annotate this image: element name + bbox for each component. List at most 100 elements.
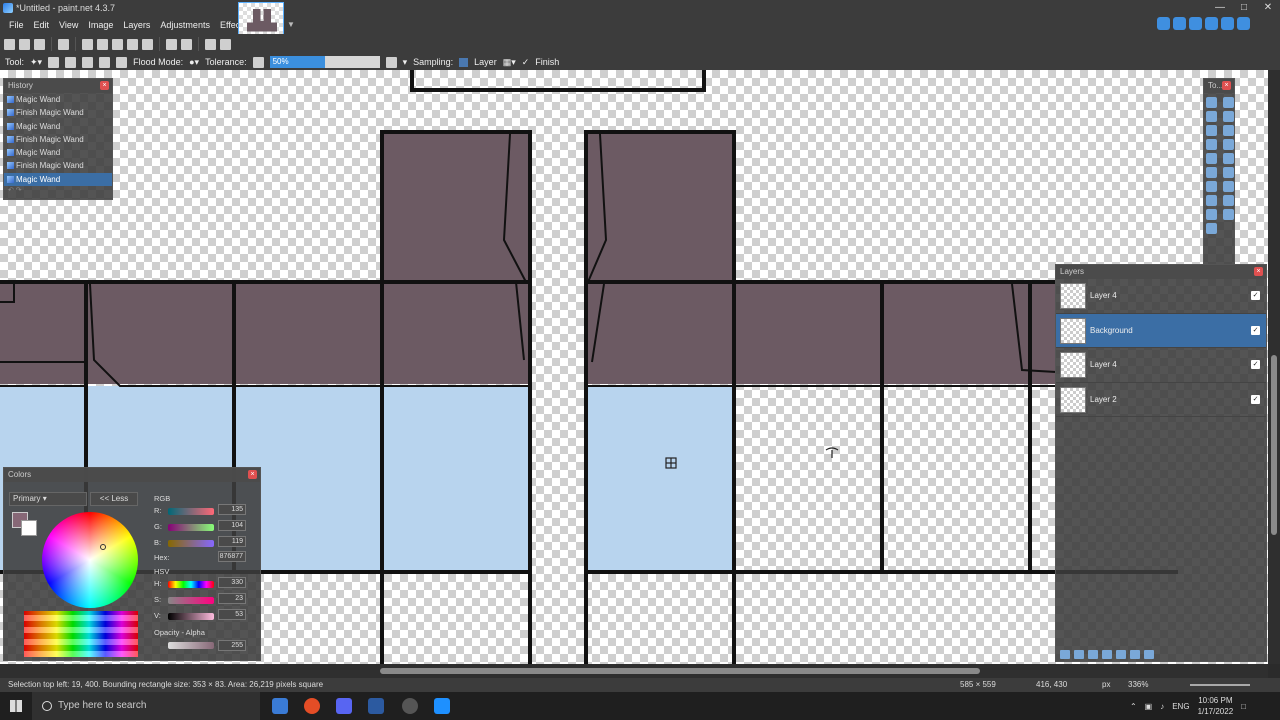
layer-visibility-checkbox[interactable]: ✓ xyxy=(1251,360,1260,369)
shapes-icon[interactable] xyxy=(1206,223,1217,234)
move-selection-icon[interactable] xyxy=(1223,97,1234,108)
layers-window-icon[interactable] xyxy=(1189,17,1202,30)
paintbrush-icon[interactable] xyxy=(1206,167,1217,178)
layer-visibility-checkbox[interactable]: ✓ xyxy=(1251,394,1260,404)
hue-slider[interactable] xyxy=(168,581,214,588)
layer-row[interactable]: Layer 4 ✓ xyxy=(1056,348,1266,383)
layer-row[interactable]: Layer 4 ✓ xyxy=(1056,279,1266,314)
eraser-icon[interactable] xyxy=(1223,167,1234,178)
delete-layer-icon[interactable] xyxy=(1074,649,1084,659)
history-item[interactable]: Finish Magic Wand xyxy=(4,106,112,119)
blend-mode-icon[interactable] xyxy=(385,56,397,68)
file-explorer-icon[interactable] xyxy=(272,698,288,714)
menu-layers[interactable]: Layers xyxy=(118,20,155,30)
menu-view[interactable]: View xyxy=(54,20,83,30)
deselect-icon[interactable] xyxy=(142,38,153,50)
ruler-icon[interactable] xyxy=(220,38,231,50)
saturation-input[interactable]: 23 xyxy=(218,593,246,604)
history-item[interactable]: Magic Wand xyxy=(4,120,112,133)
clone-stamp-icon[interactable] xyxy=(1206,195,1217,206)
layer-visibility-checkbox[interactable]: ✓ xyxy=(1251,325,1260,335)
menu-edit[interactable]: Edit xyxy=(29,20,55,30)
color-palette[interactable] xyxy=(24,611,138,657)
ellipse-select-icon[interactable] xyxy=(1206,125,1217,136)
menu-image[interactable]: Image xyxy=(83,20,118,30)
recolor-icon[interactable] xyxy=(1223,195,1234,206)
blue-slider[interactable] xyxy=(168,540,214,547)
colors-close-icon[interactable]: × xyxy=(248,470,257,479)
value-input[interactable]: 53 xyxy=(218,609,246,620)
paste-icon[interactable] xyxy=(112,38,123,50)
discord-icon[interactable] xyxy=(336,698,352,714)
volume-icon[interactable]: ♪ xyxy=(1160,702,1164,711)
language-indicator[interactable]: ENG xyxy=(1172,702,1189,711)
help-icon[interactable] xyxy=(1237,17,1250,30)
print-icon[interactable] xyxy=(58,38,69,50)
saturation-slider[interactable] xyxy=(168,597,214,604)
move-layer-up-icon[interactable] xyxy=(1116,649,1126,659)
settings-gear-icon[interactable] xyxy=(1221,17,1234,30)
clock-app-icon[interactable] xyxy=(402,698,418,714)
selection-mode-invert-icon[interactable] xyxy=(116,56,128,68)
hue-input[interactable]: 330 xyxy=(218,577,246,588)
paint-bucket-icon[interactable] xyxy=(1206,153,1217,164)
lasso-select-icon[interactable] xyxy=(1206,111,1217,122)
tools-window-icon[interactable] xyxy=(1157,17,1170,30)
grid-icon[interactable] xyxy=(205,38,216,50)
horizontal-scroll-thumb[interactable] xyxy=(380,668,980,674)
layer-row-selected[interactable]: Background ✓ xyxy=(1056,313,1266,348)
secondary-color-swatch[interactable] xyxy=(21,520,37,536)
magic-wand-tool-icon[interactable] xyxy=(1206,139,1217,150)
opacity-input[interactable]: 255 xyxy=(218,640,246,651)
windows-start-icon[interactable] xyxy=(10,700,22,712)
color-wheel[interactable] xyxy=(42,512,138,608)
value-slider[interactable] xyxy=(168,613,214,620)
rectangle-select-icon[interactable] xyxy=(1206,97,1217,108)
notification-icon[interactable]: □ xyxy=(1241,702,1246,711)
save-icon[interactable] xyxy=(34,38,45,50)
text-icon[interactable] xyxy=(1206,209,1217,220)
image-tab-close-icon[interactable]: ▼ xyxy=(287,20,295,29)
layer-visibility-checkbox[interactable]: ✓ xyxy=(1251,291,1260,300)
history-item[interactable]: Magic Wand xyxy=(4,146,112,159)
zoom-icon[interactable] xyxy=(1223,125,1234,136)
menu-adjustments[interactable]: Adjustments xyxy=(155,20,215,30)
cut-icon[interactable] xyxy=(82,38,93,50)
flood-mode-dropdown[interactable]: ●▾ xyxy=(189,57,199,68)
tools-close-icon[interactable]: × xyxy=(1222,81,1231,90)
redo-icon[interactable] xyxy=(181,38,192,50)
history-item[interactable]: Finish Magic Wand xyxy=(4,159,112,172)
move-selected-icon[interactable] xyxy=(1223,111,1234,122)
paintnet-taskbar-icon[interactable] xyxy=(368,698,384,714)
copy-icon[interactable] xyxy=(97,38,108,50)
open-folder-icon[interactable] xyxy=(19,38,30,50)
colors-window-icon[interactable] xyxy=(1205,17,1218,30)
layer-row[interactable]: Layer 2 ✓ xyxy=(1056,383,1266,417)
history-item-selected[interactable]: Magic Wand xyxy=(4,172,112,187)
history-item[interactable]: Magic Wand xyxy=(4,93,112,106)
selection-mode-intersect-icon[interactable] xyxy=(99,56,111,68)
move-layer-down-icon[interactable] xyxy=(1130,649,1140,659)
red-slider[interactable] xyxy=(168,508,214,515)
close-button[interactable]: ✕ xyxy=(1256,0,1280,16)
history-window-icon[interactable] xyxy=(1173,17,1186,30)
vertical-scroll-thumb[interactable] xyxy=(1271,355,1277,535)
chrome-icon[interactable] xyxy=(304,698,320,714)
history-undo-redo-icons[interactable]: ↶ ↷ xyxy=(4,186,112,196)
history-item[interactable]: Finish Magic Wand xyxy=(4,133,112,146)
menu-file[interactable]: File xyxy=(4,20,29,30)
taskbar-clock[interactable]: 10:06 PM 1/17/2022 xyxy=(1198,695,1234,717)
zoom-level[interactable]: 336% xyxy=(1128,678,1148,692)
horizontal-scrollbar[interactable] xyxy=(0,664,1268,678)
history-close-icon[interactable]: × xyxy=(100,81,109,90)
antialias-icon[interactable] xyxy=(252,56,264,68)
layers-close-icon[interactable]: × xyxy=(1254,267,1263,276)
selection-mode-exclude-icon[interactable] xyxy=(82,56,94,68)
alpha-dropdown[interactable]: ▾ xyxy=(403,57,408,68)
opacity-slider[interactable] xyxy=(168,642,214,649)
vertical-scrollbar[interactable] xyxy=(1268,70,1280,664)
sampling-dropdown[interactable]: Layer xyxy=(474,57,497,67)
pencil-icon[interactable] xyxy=(1206,181,1217,192)
gradient-icon[interactable] xyxy=(1223,153,1234,164)
selection-mode-union-icon[interactable] xyxy=(65,56,77,68)
